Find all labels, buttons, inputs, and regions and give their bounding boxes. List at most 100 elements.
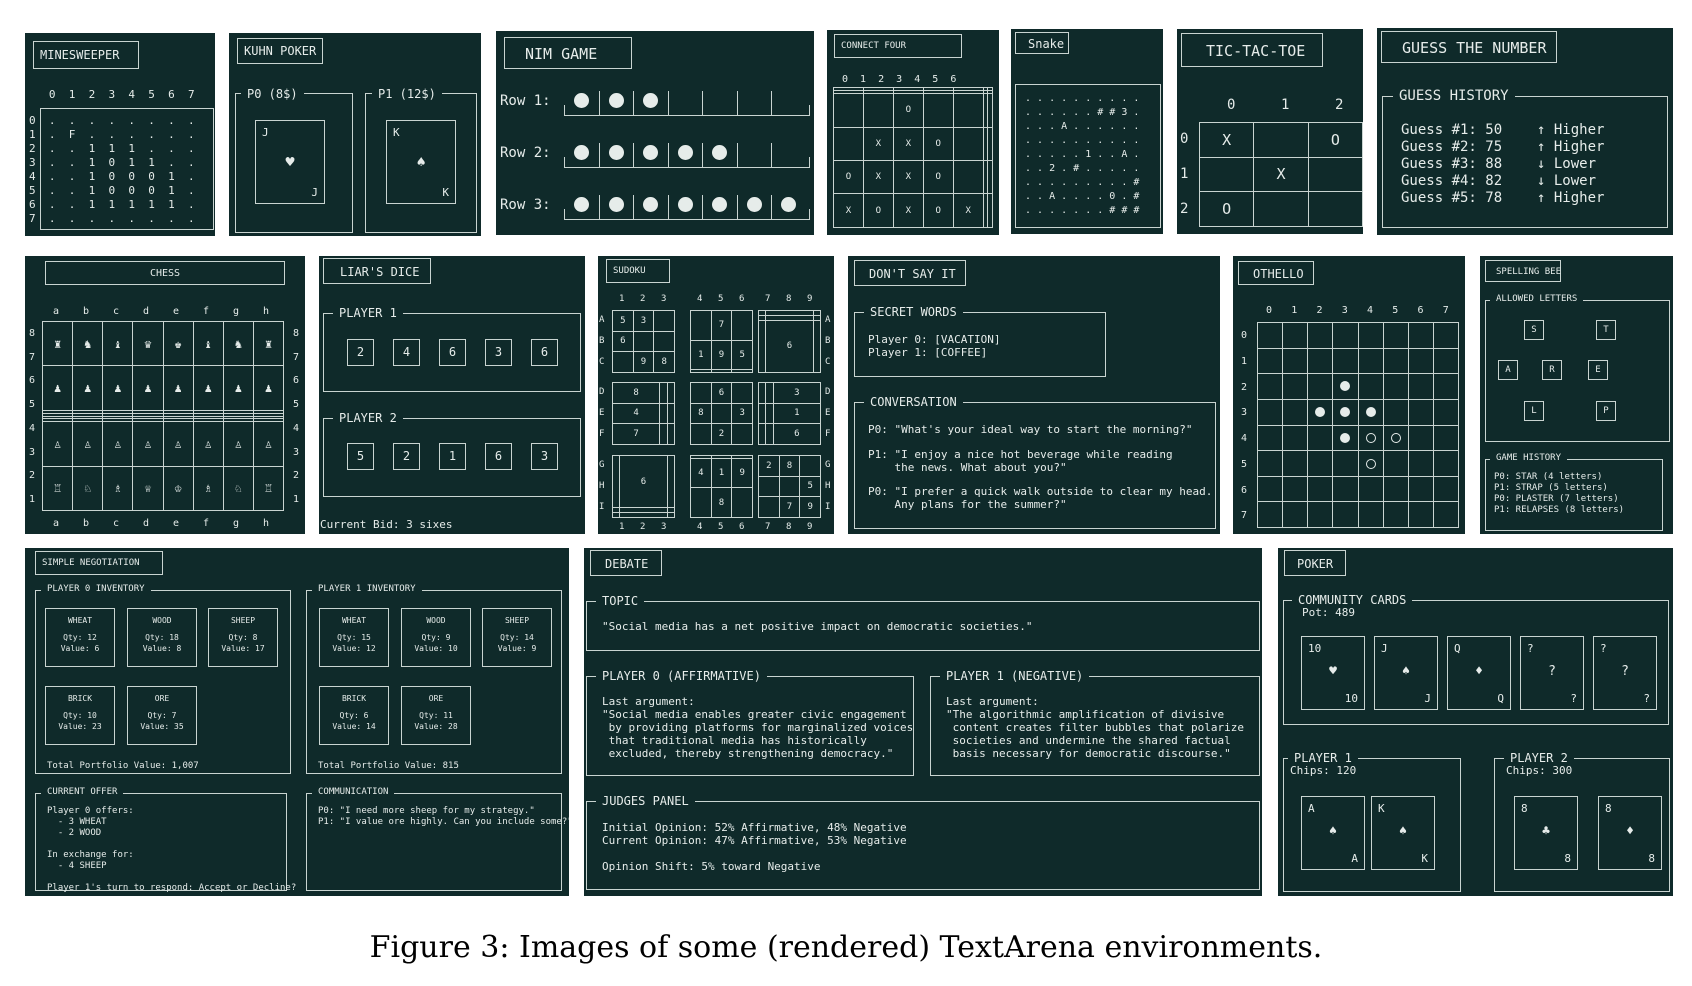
othello-square: [1407, 373, 1434, 400]
chess-square: ♟: [192, 365, 224, 411]
nim-slot-divider: [667, 91, 669, 115]
sudoku-cell: 9: [632, 351, 655, 373]
sudoku-col-label: 5: [718, 294, 724, 304]
chess-file-label: g: [233, 518, 240, 529]
guess-hint: ↑ Higher: [1537, 139, 1605, 155]
othello-row-label: 2: [1241, 381, 1248, 393]
othello-square: [1256, 398, 1284, 426]
connect-four-row: XOXOX: [833, 193, 993, 228]
othello-panel: OTHELLO 0 1 2 3 4 5 6 7 0 1 2 3 4 5 6 7: [1233, 256, 1465, 534]
othello-row: [1256, 398, 1460, 426]
connect-four-cell: O: [922, 193, 954, 228]
sudoku-cell: [757, 423, 767, 445]
resource-name: WHEAT: [67, 616, 93, 625]
card-rank: ?: [1643, 692, 1650, 705]
chess-row: ♟ ♟ ♟ ♟ ♟ ♟ ♟ ♟: [41, 365, 285, 411]
sudoku-col-label: 2: [640, 294, 646, 304]
sudoku-row: 79: [758, 496, 821, 518]
othello-square: [1282, 424, 1309, 452]
nim-slot-divider: [771, 195, 772, 219]
sudoku-block: 7195: [690, 310, 753, 373]
chess-rank-label: 1: [293, 493, 300, 505]
chess-square: ♔: [162, 465, 194, 512]
othello-square: [1432, 398, 1460, 426]
sudoku-row-label: D: [825, 387, 831, 397]
secret-word-1: Player 1: [COFFEE]: [868, 346, 988, 359]
nim-title: NIM GAME: [504, 37, 632, 69]
sudoku-cell: [731, 382, 753, 404]
sudoku-cell: 4: [611, 402, 661, 425]
othello-square: [1432, 475, 1460, 503]
chess-rank-label: 8: [29, 328, 36, 339]
p0-inventory-label: PLAYER 0 INVENTORY: [41, 581, 151, 597]
nim-row-track: [564, 105, 810, 116]
nim-slot-divider: [736, 91, 738, 115]
nim-object: [677, 145, 693, 160]
snake-row: . . . . . . . . . .: [1025, 93, 1140, 104]
minesweeper-row: 0 . . . . . . . .: [29, 114, 195, 127]
spade-icon: ♠: [1402, 664, 1410, 679]
chess-board: ♜ ♞ ♝ ♛ ♚ ♝ ♞ ♜ ♟ ♟ ♟ ♟ ♟ ♟ ♟ ♟ ♙ ♙ ♙ ♙ ♙ ♙ ♙ ♙ ♖ ♘ ♗ ♕ ♔ ♗ ♘ ♖: [41, 320, 285, 512]
snake-row: . . . . . . . . . .: [1025, 135, 1140, 146]
othello-row: [1256, 501, 1460, 528]
othello-white-disc: [1365, 432, 1376, 443]
othello-square: [1432, 347, 1460, 375]
sudoku-block: 4198: [690, 455, 753, 518]
resource-card: WHEAT Qty: 15 Value: 12: [319, 608, 389, 667]
othello-row: [1256, 347, 1460, 375]
sudoku-col-label: 3: [661, 522, 667, 532]
resource-value: Value: 14: [332, 722, 376, 731]
sudoku-cell: [758, 475, 780, 498]
minesweeper-row: 4 . . 1 0 0 0 1 .: [29, 170, 195, 183]
nim-object: [574, 197, 589, 212]
nim-slot-divider: [702, 143, 703, 167]
kuhn-poker-panel: KUHN POKER P0 (8$) J ♥ J P1 (12$) K ♠ K: [229, 33, 481, 236]
sudoku-row-label: I: [599, 502, 605, 512]
othello-square: [1382, 373, 1409, 400]
othello-square: [1307, 424, 1334, 452]
snake-row: . . . A . . . . . .: [1025, 121, 1140, 132]
sudoku-row: [611, 512, 676, 518]
othello-square: [1282, 450, 1309, 477]
sudoku-cell: [731, 487, 753, 518]
guess-hint: ↑ Higher: [1537, 122, 1605, 138]
othello-square: [1407, 424, 1434, 452]
connect-four-cell: [987, 193, 993, 228]
nim-object: [677, 197, 693, 212]
sudoku-row-label: C: [599, 357, 605, 367]
sudoku-cell: [731, 310, 753, 341]
sudoku-row: 28: [758, 455, 821, 477]
chess-square: ♖: [41, 465, 74, 512]
ttt-cell: O: [1198, 191, 1255, 227]
sudoku-row: 419: [690, 457, 753, 489]
resource-card: ORE Qty: 11 Value: 28: [401, 686, 471, 745]
sudoku-cell: [653, 330, 675, 353]
othello-square: [1407, 501, 1434, 528]
connect-four-col-header: 0 1 2 3 4 5 6: [842, 74, 957, 85]
sudoku-row-label: E: [599, 408, 605, 418]
sudoku-cell: [765, 382, 774, 404]
sudoku-cell: [666, 423, 676, 445]
nim-object: [574, 145, 589, 160]
playing-card: 8 ♦ 8: [1598, 796, 1662, 870]
sudoku-cell: [765, 402, 774, 425]
othello-row: [1256, 424, 1460, 452]
sudoku-cell: [690, 369, 712, 373]
snake-row: . . A . . . . 0 . #: [1025, 191, 1140, 202]
chess-file-label: a: [53, 306, 60, 317]
negotiation-panel: SIMPLE NEGOTIATION PLAYER 0 INVENTORY WH…: [25, 548, 569, 896]
chess-rank-label: 5: [293, 399, 300, 411]
dont-say-it-title: DON'T SAY IT: [854, 260, 966, 286]
chess-file-label: h: [263, 518, 270, 529]
resource-card: WOOD Qty: 9 Value: 10: [401, 608, 471, 667]
spelling-bee-title: SPELLING BEE: [1485, 260, 1561, 282]
resource-card: BRICK Qty: 6 Value: 14: [319, 686, 389, 745]
chess-square: ♙: [72, 421, 104, 467]
kuhn-title: KUHN POKER: [237, 38, 324, 64]
p0-argument-label: PLAYER 0 (AFFIRMATIVE): [596, 666, 767, 686]
sudoku-cell: 8: [690, 402, 712, 425]
sudoku-cell: [757, 319, 767, 374]
die: 2: [347, 339, 374, 366]
chess-square: ♜: [252, 320, 285, 367]
nim-object: [608, 145, 624, 160]
